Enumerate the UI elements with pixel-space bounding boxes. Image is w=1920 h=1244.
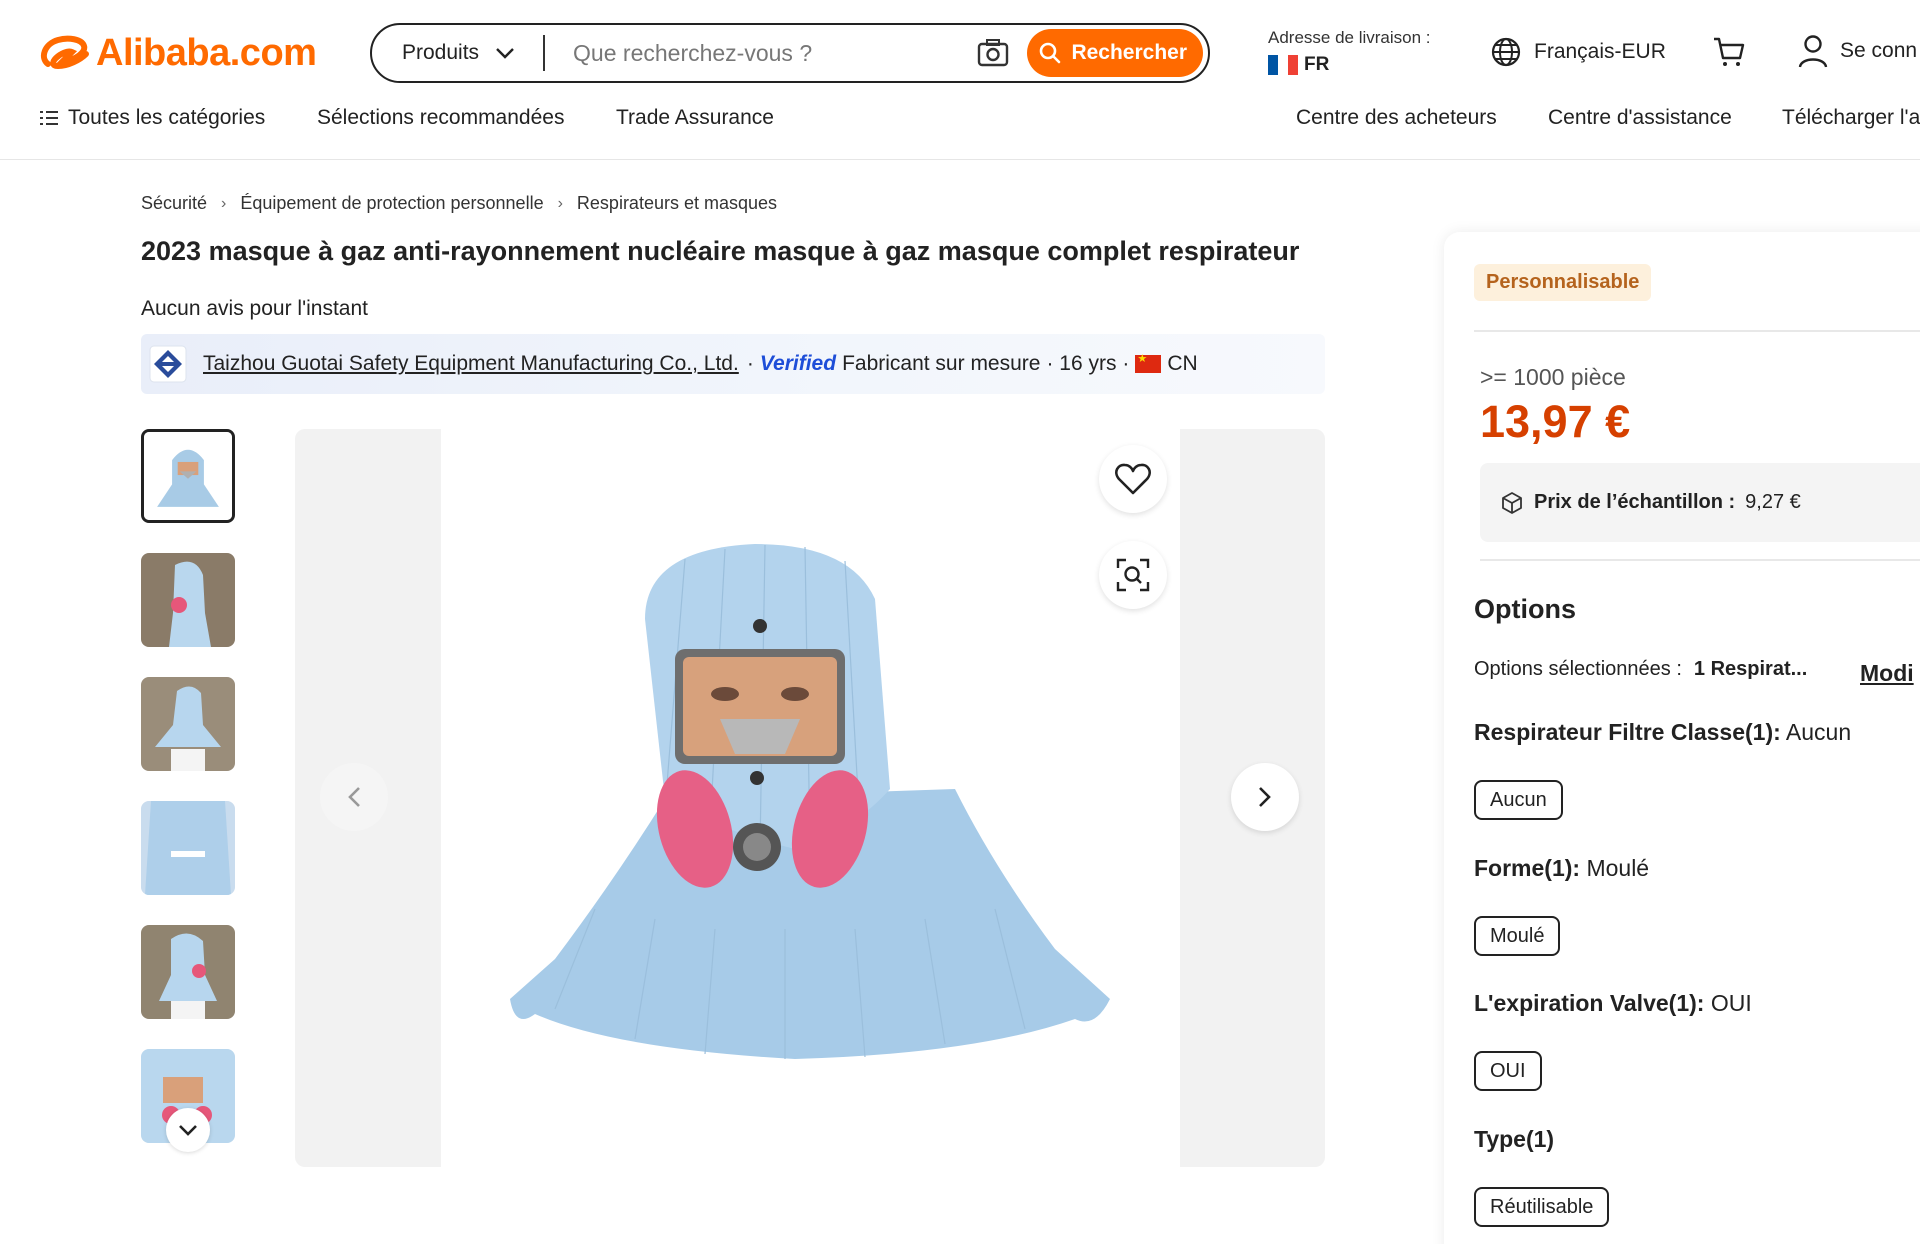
nav-download-app[interactable]: Télécharger l'a: [1782, 106, 1920, 130]
site-header: Alibaba.com Produits Rechercher Adresse …: [0, 0, 1920, 160]
verified-badge[interactable]: Verified: [760, 352, 836, 376]
supplier-separator: ·: [746, 352, 754, 375]
option-chip-aucun[interactable]: Aucun: [1474, 780, 1563, 820]
chevron-left-icon: [348, 787, 360, 807]
thumbnail[interactable]: [141, 801, 235, 895]
alibaba-logo-icon: [40, 35, 89, 70]
signin-label: Se conn: [1840, 39, 1918, 62]
search-category-select[interactable]: Produits: [372, 35, 546, 71]
thumbnail[interactable]: [141, 553, 235, 647]
heart-icon[interactable]: [1099, 445, 1167, 513]
chevron-right-icon: [1259, 787, 1271, 807]
top-nav: Toutes les catégories Sélections recomma…: [0, 106, 1920, 138]
product-photo: [510, 544, 1110, 1059]
breadcrumb-item[interactable]: Sécurité: [141, 193, 207, 214]
user-icon: [1798, 35, 1828, 68]
shipping-address[interactable]: Adresse de livraison : FR: [1268, 28, 1431, 76]
attribute-label: Forme(1):: [1474, 855, 1581, 881]
france-flag-icon: [1268, 55, 1298, 75]
options-selected-label: Options sélectionnées :: [1474, 658, 1682, 680]
thumbnail[interactable]: [141, 677, 235, 771]
thumbnail[interactable]: [141, 925, 235, 1019]
attribute-label: Respirateur Filtre Classe(1):: [1474, 719, 1781, 745]
camera-icon[interactable]: [975, 35, 1011, 71]
sample-price-box[interactable]: Prix de l’échantillon : 9,27 €: [1480, 463, 1920, 542]
option-chip-moule[interactable]: Moulé: [1474, 916, 1561, 956]
cart-icon[interactable]: [1712, 36, 1746, 73]
nav-buyers-center[interactable]: Centre des acheteurs: [1296, 106, 1497, 130]
search-input[interactable]: [545, 39, 976, 67]
main-product-image[interactable]: [295, 429, 1325, 1167]
reviews-summary: Aucun avis pour l'instant: [141, 297, 368, 320]
search-icon: [1040, 42, 1061, 64]
shipping-label: Adresse de livraison :: [1268, 28, 1431, 47]
supplier-years: · 16 yrs ·: [1046, 352, 1130, 375]
attribute-type: Type(1): [1474, 1126, 1554, 1153]
china-flag-icon: [1135, 352, 1162, 373]
alibaba-logo[interactable]: Alibaba.com: [38, 30, 317, 76]
min-order-quantity: >= 1000 pièce: [1480, 364, 1626, 390]
divider: [1480, 559, 1920, 561]
shipping-country-code: FR: [1304, 54, 1330, 75]
option-chip-oui[interactable]: OUI: [1474, 1051, 1542, 1091]
attribute-value: OUI: [1710, 990, 1752, 1016]
unit-price: 13,97 €: [1480, 396, 1631, 447]
customizable-badge: Personnalisable: [1474, 264, 1652, 301]
nav-help-center[interactable]: Centre d'assistance: [1548, 106, 1732, 130]
shipping-country: FR: [1268, 54, 1431, 76]
supplier-logo: [149, 345, 187, 383]
chevron-right-icon: ›: [221, 194, 227, 212]
supplier-bar: Taizhou Guotai Safety Equipment Manufact…: [141, 334, 1325, 394]
breadcrumb-item[interactable]: Respirateurs et masques: [577, 193, 777, 214]
next-image-button[interactable]: [1231, 763, 1299, 831]
language-label: Français-EUR: [1534, 40, 1666, 63]
options-heading: Options: [1474, 594, 1576, 624]
search-button-label: Rechercher: [1071, 41, 1187, 64]
nav-all-categories[interactable]: Toutes les catégories: [40, 106, 265, 130]
box-icon: [1502, 491, 1522, 514]
nav-trade-assurance[interactable]: Trade Assurance: [616, 106, 774, 130]
purchase-panel: Personnalisable >= 1000 pièce 13,97 € Pr…: [1444, 232, 1920, 1244]
attribute-value: Aucun: [1785, 719, 1852, 745]
chevron-right-icon: ›: [557, 194, 563, 212]
supplier-type: Fabricant sur mesure: [842, 352, 1041, 375]
attribute-exhalation-valve: L'expiration Valve(1): OUI: [1474, 990, 1752, 1017]
divider: [1474, 330, 1920, 332]
attribute-label: L'expiration Valve(1):: [1474, 990, 1705, 1016]
breadcrumb: Sécurité › Équipement de protection pers…: [141, 193, 777, 214]
nav-recommended[interactable]: Sélections recommandées: [317, 106, 564, 130]
previous-image-button[interactable]: [320, 763, 388, 831]
sample-price-label: Prix de l’échantillon :: [1534, 491, 1736, 513]
attribute-value: Moulé: [1586, 855, 1650, 881]
supplier-country: CN: [1167, 352, 1198, 375]
attribute-filter-class: Respirateur Filtre Classe(1): Aucun: [1474, 719, 1851, 746]
supplier-name-link[interactable]: Taizhou Guotai Safety Equipment Manufact…: [203, 352, 739, 376]
chevron-down-icon[interactable]: [166, 1108, 210, 1152]
option-chip-reutilisable[interactable]: Réutilisable: [1474, 1187, 1610, 1227]
language-selector[interactable]: Français-EUR: [1490, 36, 1666, 68]
attribute-shape: Forme(1): Moulé: [1474, 855, 1649, 882]
options-selected-value: 1 Respirat...: [1693, 658, 1808, 680]
sample-price-value: 9,27 €: [1745, 491, 1801, 513]
product-title: 2023 masque à gaz anti-rayonnement nuclé…: [141, 236, 1300, 266]
thumbnail[interactable]: [141, 429, 235, 523]
logo-text: Alibaba.com: [96, 31, 317, 74]
visual-search-icon[interactable]: [1099, 541, 1167, 609]
nav-all-categories-label: Toutes les catégories: [68, 106, 266, 129]
menu-icon: [40, 111, 58, 125]
signin-link[interactable]: Se conn: [1798, 34, 1917, 68]
search-button[interactable]: Rechercher: [1027, 29, 1203, 77]
options-selected: Options sélectionnées : 1 Respirat...: [1474, 658, 1807, 681]
chevron-down-icon: [496, 48, 514, 59]
breadcrumb-item[interactable]: Équipement de protection personnelle: [240, 193, 543, 214]
globe-icon: [1491, 37, 1521, 67]
search-category-label: Produits: [402, 41, 480, 64]
modify-options-link[interactable]: Modi: [1860, 660, 1914, 687]
search-bar: Produits Rechercher: [370, 23, 1210, 83]
attribute-label: Type(1): [1474, 1126, 1555, 1152]
